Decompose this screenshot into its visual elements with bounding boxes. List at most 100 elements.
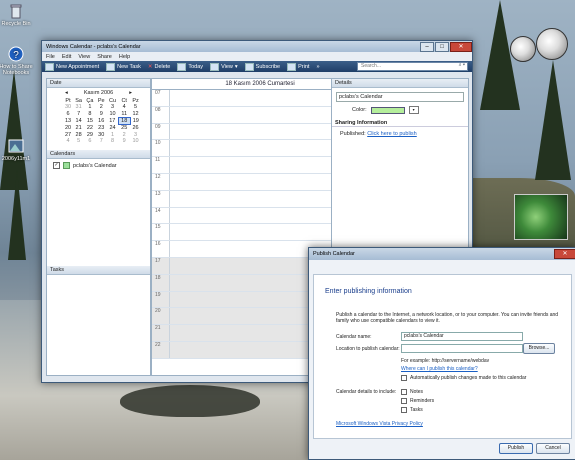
reminders-checkbox[interactable]: Reminders — [401, 398, 434, 404]
mini-calendar-day[interactable]: 14 — [73, 117, 84, 124]
published-row: Published: Click here to publish — [332, 127, 468, 141]
mini-calendar-day[interactable]: 8 — [107, 138, 119, 144]
checkbox-box[interactable] — [401, 389, 407, 395]
mini-calendar: ◂ Kasım 2006 ▸ Pt Sa Ça Pe Cu Ct Pz 30 31 1 2 3 4 5 6… — [47, 88, 150, 146]
checkbox-box[interactable] — [401, 407, 407, 413]
mini-calendar-day[interactable]: 7 — [96, 138, 107, 144]
tasks-section-header: Tasks — [47, 266, 150, 275]
maximize-button[interactable]: □ — [435, 41, 449, 52]
auto-publish-checkbox[interactable]: Automatically publish changes made to th… — [401, 375, 526, 381]
mini-calendar-day[interactable]: 4 — [63, 138, 73, 144]
mini-calendar-day[interactable]: 17 — [107, 117, 119, 124]
today-button[interactable]: Today — [177, 62, 203, 71]
publish-calendar-dialog: Publish Calendar ✕ Enter publishing info… — [308, 247, 575, 460]
mini-calendar-day[interactable]: 23 — [96, 125, 107, 132]
cpu-meter-gadget[interactable] — [536, 28, 568, 60]
today-icon — [177, 62, 187, 71]
prev-month-icon[interactable]: ◂ — [65, 90, 68, 96]
new-task-button[interactable]: New Task — [106, 62, 141, 71]
calendar-name-input[interactable]: pclabs’s Calendar — [401, 332, 523, 341]
color-picker[interactable] — [370, 106, 405, 114]
chevron-down-icon[interactable]: ▾ — [408, 106, 419, 114]
mini-calendar-day[interactable]: 22 — [84, 125, 96, 132]
subscribe-label: Subscribe — [255, 63, 281, 70]
calendar-titlebar[interactable]: Windows Calendar - pclabs’s Calendar – □… — [42, 41, 472, 52]
color-label: Color: — [352, 107, 367, 113]
tasks-checkbox[interactable]: Tasks — [401, 407, 423, 413]
mini-calendar-day[interactable]: 10 — [130, 138, 141, 144]
desktop-icon-label: Recycle Bin — [1, 21, 31, 27]
search-icon[interactable]: ⌕ ▾ — [459, 62, 465, 69]
mini-calendar-day[interactable]: 15 — [84, 117, 96, 124]
mini-calendar-day[interactable]: 12 — [130, 111, 141, 118]
mini-calendar-day[interactable]: 26 — [130, 125, 141, 132]
mini-calendar-day[interactable]: 10 — [107, 111, 119, 118]
desktop-icon-image-file[interactable]: 2006y11m1 — [0, 138, 38, 162]
mini-calendar-day[interactable]: 16 — [96, 117, 107, 124]
slideshow-gadget[interactable] — [514, 194, 568, 240]
mini-calendar-day[interactable]: 7 — [73, 111, 84, 118]
mini-calendar-day[interactable]: 5 — [73, 138, 84, 144]
menu-file[interactable]: File — [46, 54, 55, 60]
mini-calendar-day[interactable]: 11 — [118, 111, 130, 118]
location-input[interactable] — [401, 344, 523, 353]
close-button[interactable]: ✕ — [450, 41, 472, 52]
mini-calendar-day[interactable]: 9 — [96, 111, 107, 118]
desktop-tree — [535, 60, 571, 180]
reminders-label: Reminders — [410, 398, 435, 404]
calendar-checkbox[interactable]: ✓ — [53, 162, 60, 170]
tasks-label: Tasks — [410, 407, 423, 413]
mini-calendar-day[interactable]: 21 — [73, 125, 84, 132]
mini-calendar-day[interactable]: 6 — [63, 111, 73, 118]
mini-calendar-day[interactable]: 24 — [107, 125, 119, 132]
location-example: For example: http://servername/webdav — [401, 358, 490, 364]
cancel-button[interactable]: Cancel — [536, 443, 570, 454]
publish-link[interactable]: Click here to publish — [367, 131, 417, 137]
notes-checkbox[interactable]: Notes — [401, 389, 423, 395]
task-icon — [106, 62, 116, 71]
calendar-name-label: Calendar name: — [336, 334, 372, 340]
mini-calendar-day[interactable]: 25 — [118, 125, 130, 132]
mini-calendar-day[interactable]: 20 — [63, 125, 73, 132]
delete-button[interactable]: ✕ Delete — [148, 64, 171, 70]
dialog-close-button[interactable]: ✕ — [554, 249, 575, 259]
mini-calendar-day[interactable]: 18 — [117, 116, 131, 126]
menu-view[interactable]: View — [78, 54, 90, 60]
navigation-pane: Date ◂ Kasım 2006 ▸ Pt Sa Ça Pe Cu Ct Pz 30 31 1… — [46, 78, 151, 376]
print-button[interactable]: Print — [287, 62, 309, 71]
checkbox-box[interactable] — [401, 398, 407, 404]
desktop-icon-label: How to Share Notebooks — [0, 64, 33, 76]
browse-button[interactable]: Browse... — [523, 343, 555, 354]
checkbox-box[interactable] — [401, 375, 407, 381]
desktop-icon-recycle-bin[interactable]: Recycle Bin — [0, 3, 38, 27]
next-month-icon[interactable]: ▸ — [129, 90, 132, 96]
calendar-name-field[interactable]: pclabs’s Calendar — [336, 92, 464, 102]
minimize-button[interactable]: – — [420, 41, 434, 52]
mini-calendar-day[interactable]: 6 — [84, 138, 96, 144]
subscribe-icon — [244, 62, 254, 71]
mini-calendar-day[interactable]: 13 — [63, 117, 73, 124]
desktop-icon-label: 2006y11m1 — [1, 156, 31, 162]
menu-edit[interactable]: Edit — [62, 54, 71, 60]
new-appointment-label: New Appointment — [56, 63, 100, 70]
menu-share[interactable]: Share — [97, 54, 112, 60]
publish-button[interactable]: Publish — [499, 443, 533, 454]
desktop-icon-how-to-share[interactable]: ? How to Share Notebooks — [0, 46, 38, 76]
clock-gadget[interactable] — [510, 36, 536, 62]
menu-help[interactable]: Help — [119, 54, 130, 60]
mini-calendar-day[interactable]: 8 — [84, 111, 96, 118]
view-icon — [210, 62, 220, 71]
window-title: Windows Calendar - pclabs’s Calendar — [46, 43, 141, 50]
mini-calendar-day[interactable]: 19 — [130, 117, 141, 124]
subscribe-button[interactable]: Subscribe — [244, 62, 281, 71]
privacy-policy-link[interactable]: Microsoft Windows Vista Privacy Policy — [336, 421, 423, 427]
dialog-titlebar[interactable]: Publish Calendar ✕ — [309, 248, 575, 260]
calendar-list-item[interactable]: ✓ pclabs’s Calendar — [47, 159, 150, 172]
new-appointment-button[interactable]: New Appointment — [45, 62, 100, 71]
mini-calendar-day[interactable]: 9 — [118, 138, 130, 144]
search-input[interactable]: Search... ⌕ ▾ — [357, 62, 468, 71]
location-label: Location to publish calendar: — [336, 346, 400, 352]
more-button[interactable]: » — [316, 64, 319, 70]
where-publish-link[interactable]: Where can I publish this calendar? — [401, 366, 478, 372]
view-button[interactable]: View ▾ — [210, 62, 238, 71]
